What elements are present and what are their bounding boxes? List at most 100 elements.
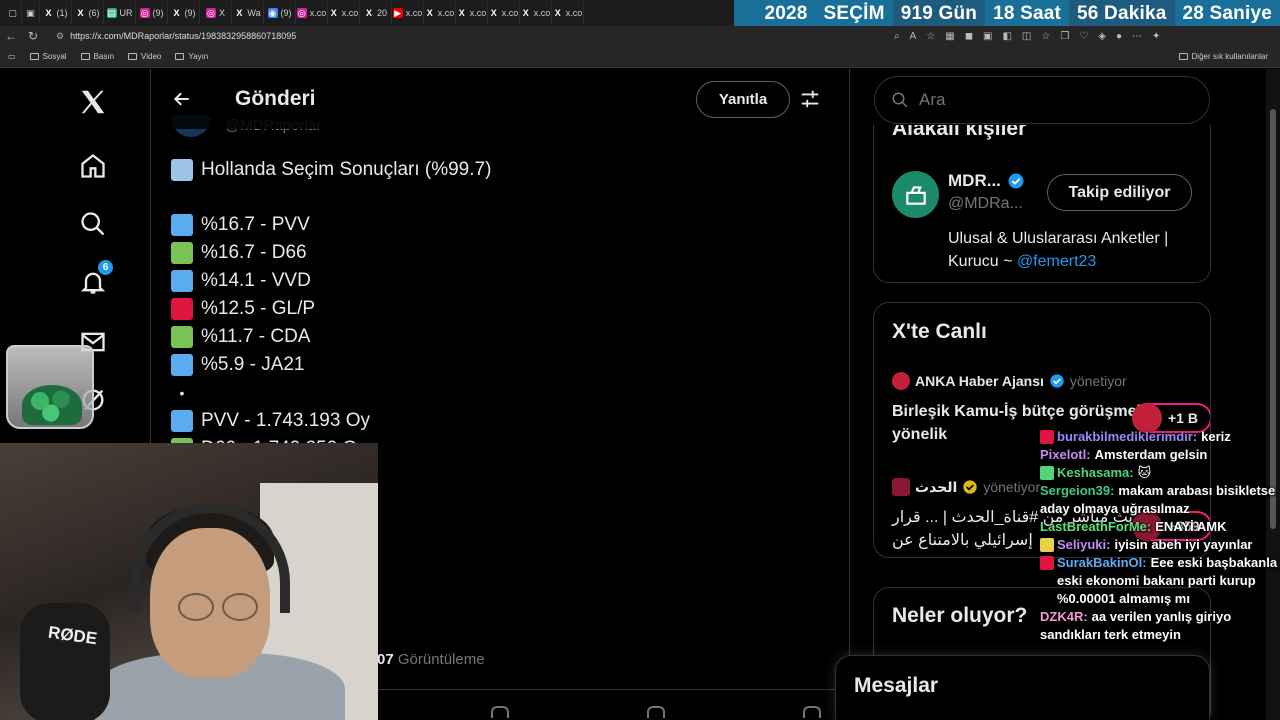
back-button[interactable] [169, 86, 195, 112]
filter-sliders-icon[interactable] [799, 88, 821, 115]
share-icon[interactable] [803, 706, 821, 718]
election-countdown-overlay: 2028 SEÇİM 919 Gün 18 Saat 56 Dakika 28 … [734, 0, 1280, 28]
streamer-webcam-overlay: RØDE [0, 443, 378, 720]
zoom-icon[interactable]: ⌕ [894, 31, 900, 42]
search-box[interactable] [874, 76, 1210, 124]
workspaces-icon[interactable]: ▢ [4, 2, 22, 24]
bookmark-folder-yayin[interactable]: Yayın [175, 52, 208, 61]
related-people-title: Alakalı kişiler [892, 125, 1027, 140]
browser-tab[interactable]: Xx.co [424, 2, 456, 24]
home-icon[interactable] [76, 149, 110, 183]
favorites-icon[interactable]: ☆ [1041, 31, 1050, 42]
back-arrow-icon [173, 92, 189, 106]
browser-tab[interactable]: X (9) [168, 2, 200, 24]
folder-icon [29, 53, 39, 60]
extension-icon-4[interactable]: ◧ [1002, 31, 1011, 42]
x-favicon-icon: X [365, 8, 372, 18]
related-user-avatar[interactable] [892, 171, 939, 218]
browser-tab[interactable]: X (1) [40, 2, 72, 24]
extension-icon-3[interactable]: ▣ [983, 31, 992, 42]
chat-badge-icon [1040, 538, 1054, 552]
site-info-icon[interactable]: ⚙ [56, 31, 64, 42]
like-heart-icon[interactable] [491, 706, 509, 718]
browser-tab[interactable]: Xx.co [520, 2, 552, 24]
browser-tab[interactable]: ◎ X [200, 2, 232, 24]
browser-tab[interactable]: ◎ x.co [296, 2, 328, 24]
result-line: %11.7 - CDA [171, 323, 831, 351]
related-user-name[interactable]: MDR... [948, 171, 1025, 191]
refresh-icon[interactable]: ↻ [22, 29, 44, 43]
browser-tab[interactable]: ◎ (9) [136, 2, 168, 24]
bookmark-folder-video[interactable]: Video [128, 52, 161, 61]
x-favicon-icon: X [77, 8, 84, 18]
bookmark-apps-icon[interactable]: ▭ [8, 52, 16, 61]
url-field[interactable]: ⚙ https://x.com/MDRaporlar/status/198383… [50, 28, 880, 44]
more-menu-icon[interactable]: ⋯ [1132, 31, 1142, 42]
verified-gold-badge-icon [963, 480, 977, 494]
search-icon[interactable] [76, 207, 110, 241]
bookmark-folder-sosyal[interactable]: Sosyal [29, 52, 67, 61]
chat-text: keriz [1201, 429, 1231, 444]
following-button[interactable]: Takip ediliyor [1047, 174, 1192, 211]
messages-drawer-title: Mesajlar [854, 674, 939, 697]
tab-actions-icon[interactable]: ▣ [22, 2, 40, 24]
tab-label: UR [119, 8, 133, 18]
chat-username: DZK4R: [1040, 609, 1088, 624]
bookmark-folder-basin[interactable]: Basın [80, 52, 114, 61]
profile-avatar-icon[interactable]: ● [1116, 31, 1122, 42]
related-people-card: Alakalı kişiler MDR... @MDRa... Takip ed… [873, 125, 1211, 283]
bookmark-icon[interactable] [647, 706, 665, 718]
ballot-box-emoji-icon [171, 159, 193, 181]
bio-mention-link[interactable]: @femert23 [1017, 253, 1096, 270]
browser-tab[interactable]: Xx.co [456, 2, 488, 24]
favorite-star-icon[interactable]: ☆ [926, 31, 935, 42]
chat-message: Pixelotl: Amsterdam gelsin [1040, 446, 1280, 464]
url-text: https://x.com/MDRaporlar/status/19838329… [70, 31, 297, 41]
search-input[interactable] [919, 90, 1199, 110]
copilot-icon[interactable]: ✦ [1152, 31, 1160, 42]
party-color-square-icon [171, 270, 193, 292]
browser-tab[interactable]: Xx.co [488, 2, 520, 24]
browser-tab[interactable]: ◉ (9) [264, 2, 296, 24]
shield-icon[interactable]: ◈ [1098, 31, 1106, 42]
result-line: %16.7 - PVV [171, 211, 831, 239]
tip-jar-overlay [6, 345, 94, 429]
post-title-line: Hollanda Seçim Sonuçları (%99.7) [171, 155, 831, 185]
extensions-icon[interactable]: ▦ [945, 31, 954, 42]
related-user-handle[interactable]: @MDRa... [948, 195, 1023, 213]
notifications-bell-icon[interactable]: 6 [76, 259, 114, 299]
tab-label: x.co [405, 8, 423, 18]
tab-label: (1) [56, 8, 68, 18]
tab-label: (9) [184, 8, 196, 18]
bookmark-label: Diğer sık kullanılanlar [1191, 52, 1268, 61]
live-host-role: yönetiyor [1069, 373, 1127, 389]
result-text: %16.7 - D66 [201, 242, 307, 263]
search-icon [892, 92, 908, 108]
chat-badge-icon [1040, 556, 1054, 570]
messages-drawer[interactable]: Mesajlar [835, 655, 1210, 720]
bookmark-label: Video [141, 52, 162, 61]
browser-tab[interactable]: X (6) [72, 2, 104, 24]
browser-tab[interactable]: Xx.co [552, 2, 584, 24]
browser-tab[interactable]: X Wa [232, 2, 264, 24]
collections-icon[interactable]: ❒ [1060, 31, 1069, 42]
browser-tab[interactable]: Xx.co [328, 2, 360, 24]
tab-label: x.co [565, 8, 583, 18]
browser-tab[interactable]: X 20 [360, 2, 392, 24]
reply-button[interactable]: Yanıtla [696, 81, 790, 118]
browser-tab[interactable]: ▤ UR [104, 2, 136, 24]
bookmark-folder-other[interactable]: Diğer sık kullanılanlar [1178, 52, 1268, 61]
read-aloud-icon[interactable]: A [910, 31, 917, 42]
split-screen-icon[interactable]: ◫ [1022, 31, 1031, 42]
browser-tab[interactable]: ▶ x.co [392, 2, 424, 24]
party-color-square-icon [171, 410, 193, 432]
chat-message: LastBreathForMe: ENAYİ AMK [1040, 518, 1280, 536]
x-logo-icon[interactable] [76, 85, 110, 119]
back-arrow-icon[interactable]: ← [0, 29, 22, 43]
browser-essentials-icon[interactable]: ♡ [1079, 31, 1088, 42]
result-text: %5.9 - JA21 [201, 354, 305, 375]
countdown-label: SEÇİM [823, 3, 885, 24]
live-host-avatar [892, 372, 910, 390]
extension-icon-2[interactable]: ◼ [965, 31, 973, 42]
chat-badge-icon [1040, 430, 1054, 444]
